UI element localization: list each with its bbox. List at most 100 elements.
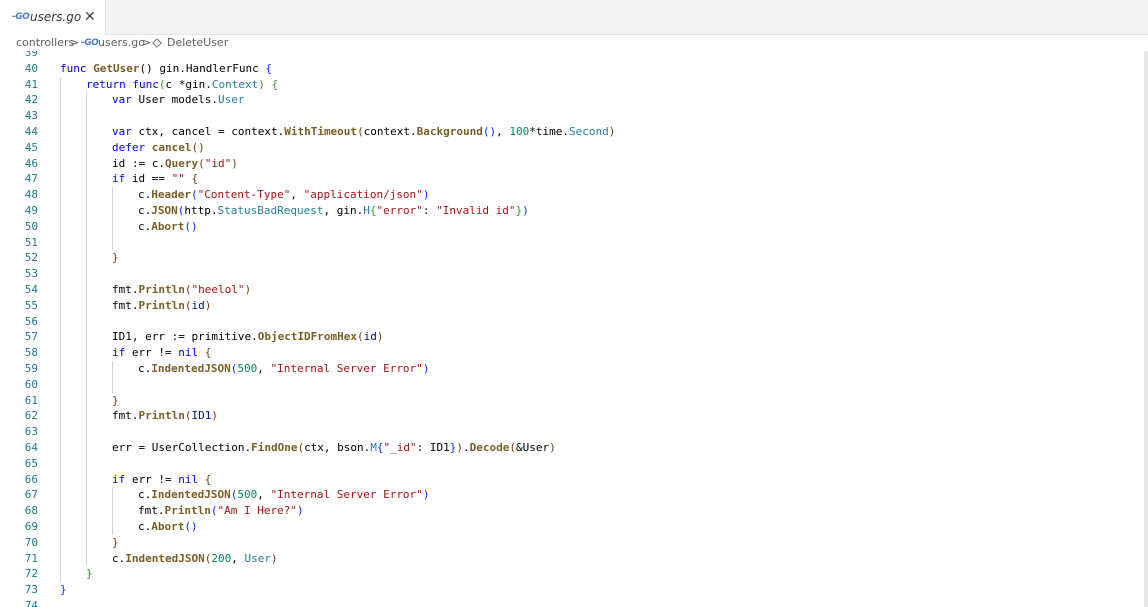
code-token: ID1, err := primitive. (112, 330, 258, 344)
code-token: Second (569, 125, 609, 138)
code-text: func GetUser() gin.HandlerFunc { (60, 61, 272, 77)
code-token: "Internal Server Error" (270, 488, 423, 502)
code-token: , (290, 188, 304, 202)
code-text: c.IndentedJSON(500, "Internal Server Err… (138, 361, 429, 377)
code-line[interactable]: 62 fmt.Println(ID1) (0, 408, 1140, 424)
line-number: 42 (24, 93, 38, 107)
code-line[interactable]: 63 (0, 424, 1140, 440)
code-line[interactable]: 50 c.Abort() (0, 219, 1140, 235)
code-token: User (217, 93, 245, 107)
code-token: c. (112, 551, 126, 565)
code-token: ) (522, 204, 529, 217)
breadcrumb-folder[interactable]: controllers (16, 35, 74, 51)
code-token: M (370, 441, 377, 454)
code-line[interactable]: 53 (0, 266, 1140, 282)
code-token: Abort (151, 520, 185, 533)
code-line[interactable]: 72} (0, 566, 1140, 582)
code-line[interactable]: 67 c.IndentedJSON(500, "Internal Server E… (0, 487, 1140, 503)
code-text: } (112, 535, 119, 551)
line-number: 41 (24, 77, 38, 91)
line-number: 40 (24, 61, 38, 75)
code-line[interactable]: 44 var ctx, cancel = context.WithTimeout(… (0, 124, 1140, 140)
code-token: nil (178, 346, 199, 360)
code-token: ) (422, 362, 430, 375)
line-number: 49 (24, 204, 38, 217)
code-line[interactable]: 56 (0, 314, 1140, 330)
code-token: () (184, 520, 198, 533)
line-number: 60 (24, 377, 38, 391)
code-line[interactable]: 66 if err != nil { (0, 472, 1140, 488)
code-line[interactable]: 39 (0, 51, 1140, 61)
code-token: fmt. (138, 504, 165, 518)
code-line[interactable]: 42 var User models.User (0, 92, 1140, 108)
go-file-icon: -GO (81, 38, 99, 48)
code-line[interactable]: 74 (0, 598, 1140, 607)
close-icon[interactable]: ✕ (84, 0, 96, 35)
line-number: 70 (24, 535, 38, 549)
code-line[interactable]: 46 id := c.Query("id") (0, 156, 1140, 172)
code-token: ) (231, 156, 238, 170)
code-text: fmt.Println("Am I Here?") (138, 503, 304, 519)
code-line[interactable]: 40 func GetUser() gin.HandlerFunc { (0, 61, 1140, 77)
code-line[interactable]: 57 ID1, err := primitive.ObjectIDFromHex(… (0, 329, 1140, 345)
code-token: ) (244, 283, 252, 296)
code-line[interactable]: 49 c.JSON(http.StatusBadRequest, gin.H{"e… (0, 203, 1140, 219)
code-token: id == (131, 172, 172, 186)
line-number: 63 (24, 425, 38, 439)
code-text: c.Header("Content-Type", "application/js… (138, 187, 429, 203)
line-number: 54 (24, 283, 38, 296)
code-line[interactable]: 64 err = UserCollection.FindOne(ctx, bson… (0, 440, 1140, 456)
line-number: 57 (24, 330, 38, 344)
breadcrumb-symbol[interactable]: DeleteUser (167, 35, 228, 51)
line-number: 62 (24, 409, 38, 423)
code-token: c. (138, 520, 152, 533)
code-line[interactable]: 71 c.IndentedJSON(200, User) (0, 551, 1140, 567)
code-line[interactable]: 52} (0, 250, 1140, 266)
code-token: { (191, 172, 199, 186)
vertical-scrollbar[interactable] (1144, 51, 1148, 607)
code-line[interactable]: 59 c.IndentedJSON(500, "Internal Server E… (0, 361, 1140, 377)
code-text: fmt.Println(id) (112, 298, 211, 314)
line-number: 43 (24, 109, 38, 123)
code-token: WithTimeout (284, 125, 358, 138)
code-line[interactable]: 43 (0, 108, 1140, 124)
code-line[interactable]: 73} (0, 582, 1140, 598)
code-line[interactable]: 54 fmt.Println("heelol") (0, 282, 1140, 298)
code-line[interactable]: 51 (0, 235, 1140, 251)
code-line[interactable]: 65 (0, 456, 1140, 472)
line-number: 69 (24, 520, 38, 533)
tab-bar: -GO users.go ✕ (0, 0, 1148, 35)
indent-guide (86, 92, 87, 567)
code-editor[interactable]: 39 40 func GetUser() gin.HandlerFunc {41 re… (0, 51, 1148, 607)
code-line[interactable]: 61} (0, 393, 1140, 409)
code-line[interactable]: 55 fmt.Println(id) (0, 298, 1140, 314)
code-line[interactable]: 47 if id == "" { (0, 171, 1140, 187)
code-line[interactable]: 48 c.Header("Content-Type", "application/… (0, 187, 1140, 203)
code-line[interactable]: 68 fmt.Println("Am I Here?") (0, 503, 1140, 519)
code-token: c. (138, 219, 152, 233)
tab-label: users.go (30, 10, 82, 24)
code-token: Println (138, 283, 185, 296)
code-token: cancel (151, 140, 192, 154)
code-line[interactable]: 41 return func(c *gin.Context) { (0, 77, 1140, 93)
code-line[interactable]: 45 defer cancel() (0, 140, 1140, 156)
code-text: defer cancel() (112, 140, 205, 156)
tab-users-go[interactable]: -GO users.go ✕ (0, 0, 106, 35)
code-token: c. (138, 488, 152, 502)
code-token: &User (516, 441, 550, 454)
breadcrumb-file[interactable]: users.go (98, 35, 145, 51)
code-token: () (482, 125, 497, 138)
code-token: 200 (211, 551, 232, 565)
code-token: var (112, 93, 139, 107)
code-line[interactable]: 58 if err != nil { (0, 345, 1140, 361)
code-token: , (496, 125, 510, 138)
code-token: ) (270, 551, 278, 565)
code-token: "heelol" (191, 283, 245, 296)
code-token: ) (422, 488, 430, 502)
code-line[interactable]: 70} (0, 535, 1140, 551)
code-line[interactable]: 69 c.Abort() (0, 519, 1140, 535)
code-token: JSON (151, 204, 178, 217)
code-line[interactable]: 60 (0, 377, 1140, 393)
code-token: ) (549, 441, 556, 454)
